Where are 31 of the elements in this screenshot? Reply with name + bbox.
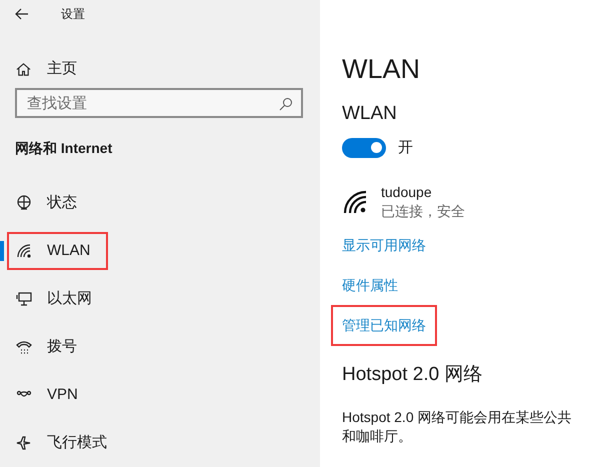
phone-icon [16,339,32,355]
settings-link[interactable]: 显示可用网络 [331,224,437,266]
network-item[interactable]: tudoupe 已连接，安全 [342,183,469,221]
nav-item[interactable]: WLAN [7,232,108,270]
section-heading: Hotspot 2.0 网络 [342,363,482,387]
nav-item[interactable]: 飞行模式 [7,424,119,462]
toggle-switch[interactable] [342,138,386,158]
airplane-icon [16,435,32,451]
search-icon [279,97,293,112]
back-arrow-icon [15,8,29,20]
page-title: WLAN [342,53,420,86]
globe-icon [16,195,32,211]
nav-item[interactable]: 以太网 [7,280,108,318]
home-item[interactable]: 主页 [0,56,320,82]
settings-link[interactable]: 管理已知网络 [331,304,437,346]
window-title: 设置 [61,6,85,24]
monitor-icon [16,291,32,307]
network-name: tudoupe [381,183,433,202]
section-heading: 网络和 Internet [15,139,112,158]
description-text: Hotspot 2.0 网络可能会用在某些公共 和咖啡厅。 [342,408,572,446]
search-field[interactable]: 查找设置 [15,88,303,118]
settings-link[interactable]: 硬件属性 [331,264,409,306]
wifi-icon [16,243,32,259]
toggle-label: 开 [398,138,413,158]
network-status: 已连接，安全 [381,202,465,221]
section-heading: WLAN [342,102,397,126]
wifi-icon [342,189,368,215]
nav-item[interactable]: VPN [7,376,108,414]
nav-item[interactable]: 拨号 [7,328,108,366]
home-icon [16,62,31,77]
nav-item[interactable]: 状态 [7,184,108,222]
